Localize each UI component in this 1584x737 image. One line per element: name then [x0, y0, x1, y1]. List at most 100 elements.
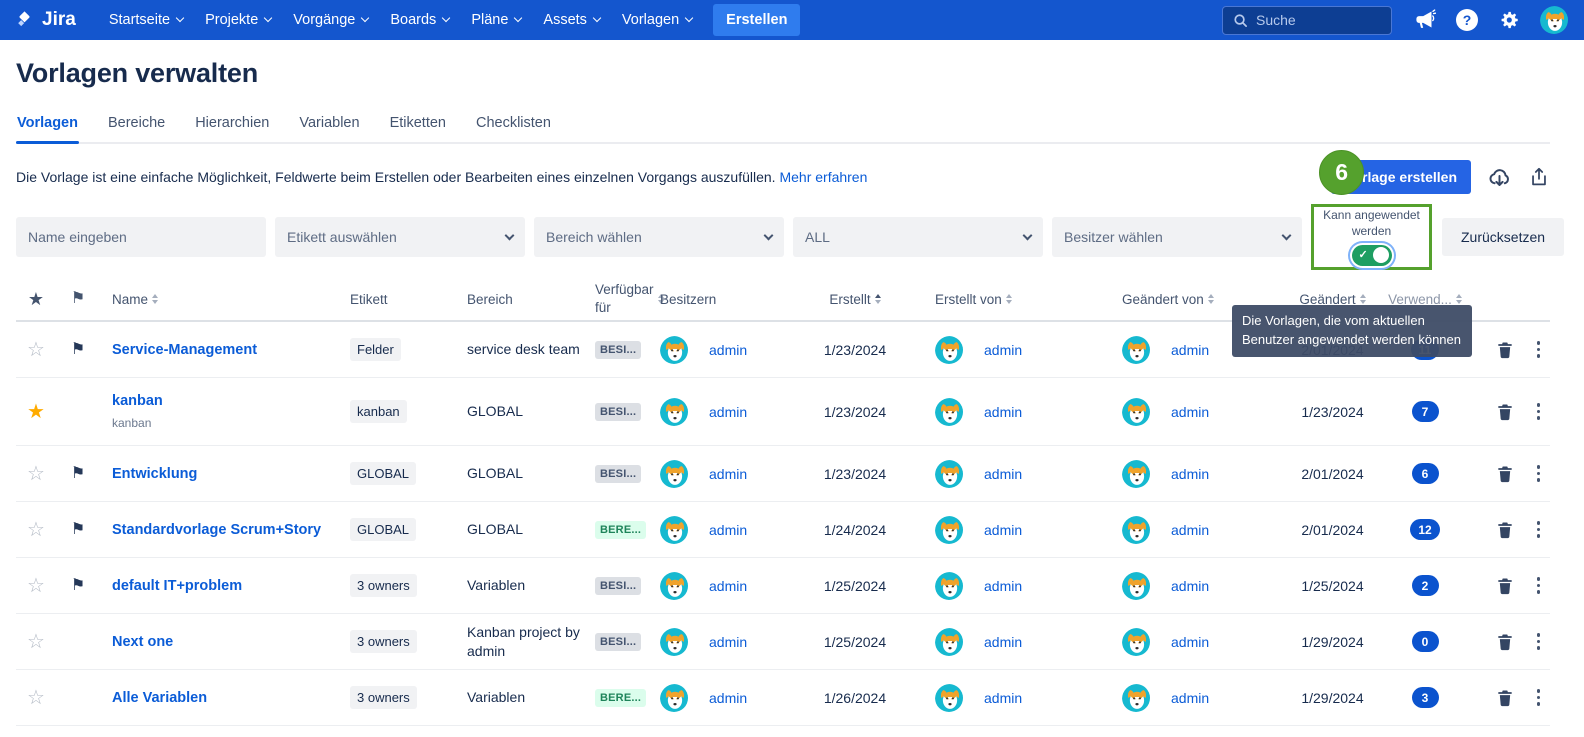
flag-icon[interactable]: ⚑ — [71, 466, 85, 482]
can-apply-toggle[interactable]: ✓ — [1352, 245, 1392, 266]
template-name-link[interactable]: Service-Management — [112, 342, 257, 358]
user-link[interactable]: admin — [984, 690, 1022, 706]
tab-checklisten[interactable]: Checklisten — [475, 115, 552, 142]
usage-count-badge[interactable]: 7 — [1412, 401, 1439, 422]
nav-item-vorgaenge[interactable]: Vorgänge — [282, 4, 379, 36]
row-actions-cell — [1460, 687, 1550, 708]
bereich-filter-select[interactable]: Bereich wählen — [534, 217, 784, 257]
kebab-menu-button[interactable] — [1533, 463, 1545, 484]
search-box[interactable] — [1222, 6, 1392, 35]
favorite-star-icon[interactable]: ☆ — [27, 632, 45, 652]
search-input[interactable] — [1256, 12, 1381, 28]
usage-count-badge[interactable]: 12 — [1410, 519, 1439, 540]
delete-button[interactable] — [1495, 576, 1515, 596]
delete-button[interactable] — [1495, 688, 1515, 708]
table-row: ☆⚑EntwicklungGLOBALGLOBALBESI...admin1/2… — [16, 446, 1550, 502]
user-link[interactable]: admin — [1171, 522, 1209, 538]
user-link[interactable]: admin — [984, 578, 1022, 594]
nav-item-vorlagen[interactable]: Vorlagen — [611, 4, 703, 36]
tab-bereiche[interactable]: Bereiche — [107, 115, 166, 142]
nav-item-startseite[interactable]: Startseite — [98, 4, 194, 36]
favorite-star-icon[interactable]: ★ — [27, 402, 45, 422]
kebab-menu-button[interactable] — [1533, 401, 1545, 422]
user-link[interactable]: admin — [984, 522, 1022, 538]
user-link[interactable]: admin — [984, 404, 1022, 420]
flag-icon[interactable]: ⚑ — [71, 578, 85, 594]
delete-button[interactable] — [1495, 464, 1515, 484]
besitzer-filter-select[interactable]: Besitzer wählen — [1052, 217, 1302, 257]
delete-button[interactable] — [1495, 340, 1515, 360]
kebab-menu-button[interactable] — [1533, 687, 1545, 708]
user-link[interactable]: admin — [984, 634, 1022, 650]
favorite-header-icon[interactable]: ★ — [28, 290, 44, 308]
user-link[interactable]: admin — [1171, 690, 1209, 706]
delete-button[interactable] — [1495, 520, 1515, 540]
tab-hierarchien[interactable]: Hierarchien — [194, 115, 270, 142]
nav-item-boards[interactable]: Boards — [379, 4, 460, 36]
favorite-star-icon[interactable]: ☆ — [27, 340, 45, 360]
delete-button[interactable] — [1495, 632, 1515, 652]
flag-icon[interactable]: ⚑ — [71, 342, 85, 358]
jira-mark-icon — [14, 10, 35, 31]
user-link[interactable]: admin — [1171, 578, 1209, 594]
favorite-star-icon[interactable]: ☆ — [27, 520, 45, 540]
learn-more-link[interactable]: Mehr erfahren — [779, 169, 867, 185]
user-link[interactable]: admin — [1171, 466, 1209, 482]
user-link[interactable]: admin — [709, 690, 747, 706]
name-filter-field[interactable] — [28, 229, 254, 245]
flag-header-icon[interactable]: ⚑ — [71, 291, 85, 307]
tab-vorlagen[interactable]: Vorlagen — [16, 115, 79, 142]
kebab-menu-button[interactable] — [1533, 519, 1545, 540]
tab-etiketten[interactable]: Etiketten — [389, 115, 447, 142]
settings-gear-icon[interactable] — [1498, 9, 1520, 31]
kebab-menu-button[interactable] — [1533, 575, 1545, 596]
user-link[interactable]: admin — [1171, 342, 1209, 358]
user-avatar[interactable] — [1540, 6, 1568, 34]
jira-logo[interactable]: Jira — [14, 9, 76, 31]
usage-count-badge[interactable]: 3 — [1412, 687, 1439, 708]
user-link[interactable]: admin — [709, 634, 747, 650]
etikett-filter-select[interactable]: Etikett auswählen — [275, 217, 525, 257]
megaphone-icon[interactable] — [1412, 8, 1436, 32]
status-filter-select[interactable]: ALL — [793, 217, 1043, 257]
user-link[interactable]: admin — [1171, 634, 1209, 650]
user-link[interactable]: admin — [709, 578, 747, 594]
flag-icon[interactable]: ⚑ — [71, 522, 85, 538]
favorite-star-icon[interactable]: ☆ — [27, 464, 45, 484]
user-link[interactable]: admin — [984, 466, 1022, 482]
delete-button[interactable] — [1495, 402, 1515, 422]
import-cloud-download-button[interactable] — [1487, 165, 1512, 190]
template-name-link[interactable]: Standardvorlage Scrum+Story — [112, 522, 321, 538]
tab-variablen[interactable]: Variablen — [298, 115, 360, 142]
header-erstellt-von[interactable]: Erstellt von — [905, 292, 1090, 307]
user-link[interactable]: admin — [709, 466, 747, 482]
nav-item-projekte[interactable]: Projekte — [194, 4, 282, 36]
user-link[interactable]: admin — [1171, 404, 1209, 420]
usage-count-badge[interactable]: 2 — [1412, 575, 1439, 596]
usage-count-badge[interactable]: 0 — [1412, 631, 1439, 652]
header-name[interactable]: Name — [100, 292, 350, 307]
nav-item-plaene[interactable]: Pläne — [460, 4, 532, 36]
header-erstellt[interactable]: Erstellt — [805, 292, 905, 307]
favorite-star-icon[interactable]: ☆ — [27, 688, 45, 708]
usage-count-badge[interactable]: 6 — [1412, 463, 1439, 484]
user-link[interactable]: admin — [984, 342, 1022, 358]
export-share-button[interactable] — [1528, 166, 1550, 188]
kebab-menu-button[interactable] — [1533, 339, 1545, 360]
template-name-link[interactable]: kanban — [112, 393, 163, 409]
name-filter-input[interactable] — [16, 217, 266, 257]
template-name-link[interactable]: Alle Variablen — [112, 690, 207, 706]
header-verfuegbar-fuer[interactable]: Verfügbar für — [595, 281, 660, 316]
template-name-link[interactable]: default IT+problem — [112, 578, 242, 594]
kebab-menu-button[interactable] — [1533, 631, 1545, 652]
favorite-star-icon[interactable]: ☆ — [27, 576, 45, 596]
nav-item-assets[interactable]: Assets — [532, 4, 611, 36]
create-button[interactable]: Erstellen — [713, 4, 800, 36]
reset-button[interactable]: Zurücksetzen — [1442, 218, 1564, 256]
help-icon[interactable]: ? — [1456, 9, 1478, 31]
template-name-link[interactable]: Entwicklung — [112, 466, 197, 482]
user-link[interactable]: admin — [709, 522, 747, 538]
template-name-link[interactable]: Next one — [112, 634, 173, 650]
user-link[interactable]: admin — [709, 342, 747, 358]
user-link[interactable]: admin — [709, 404, 747, 420]
